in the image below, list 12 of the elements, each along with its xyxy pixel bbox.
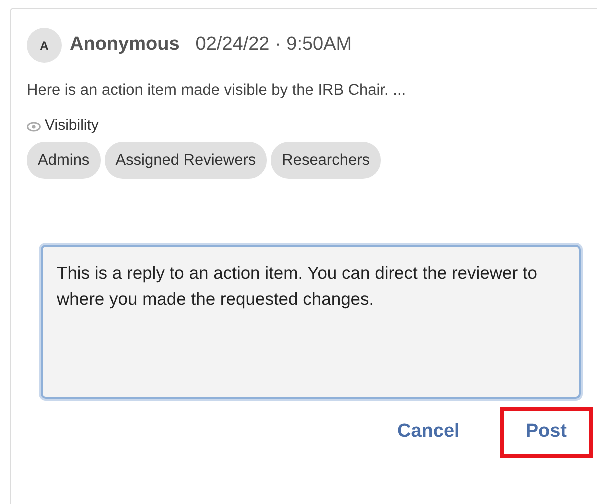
- avatar: A: [27, 28, 62, 63]
- visibility-tag: Admins: [27, 142, 101, 179]
- author-name: Anonymous: [70, 33, 180, 58]
- reply-field[interactable]: This is a reply to an action item. You can direct the reviewer to where you made the requested changes.: [41, 245, 581, 399]
- comment-text: Here is an action item made visible by the IRB Chair. ...: [27, 81, 408, 101]
- eye-icon: [27, 122, 41, 132]
- timestamp: 02/24/22 · 9:50AM: [196, 33, 352, 58]
- visibility-tag: Researchers: [271, 142, 381, 179]
- cancel-button[interactable]: Cancel: [374, 407, 484, 458]
- visibility-label: Visibility: [45, 116, 99, 136]
- post-button[interactable]: Post: [500, 407, 593, 458]
- visibility-tag: Assigned Reviewers: [104, 142, 268, 179]
